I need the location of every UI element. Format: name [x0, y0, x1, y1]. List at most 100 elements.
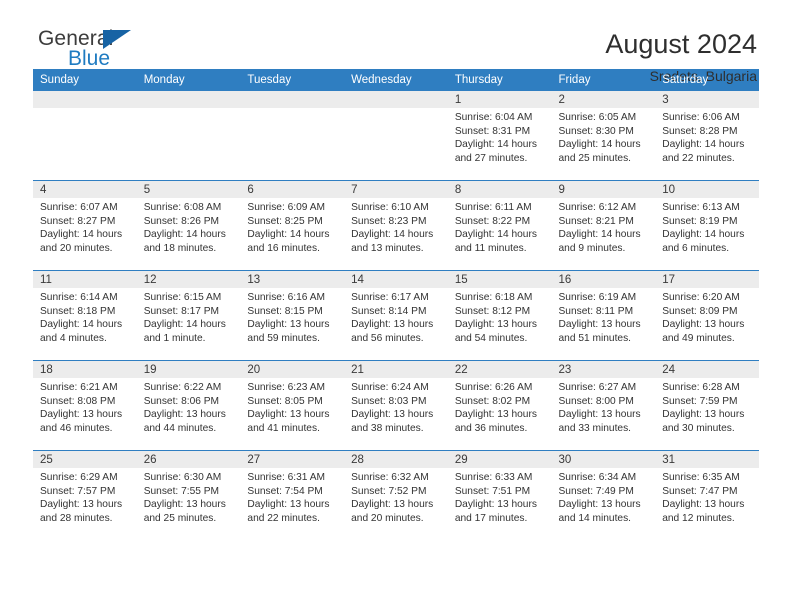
- calendar-body: 1 Sunrise: 6:04 AM Sunset: 8:31 PM Daylight…: [33, 91, 759, 540]
- calendar-cell-day-11[interactable]: 11 Sunrise: 6:14 AM Sunset: 8:18 PM Dayligh…: [33, 270, 137, 361]
- day-detail-line: Sunrise: 6:27 AM: [558, 382, 637, 393]
- day-detail-line: and 11 minutes.: [454, 242, 527, 254]
- day-detail-line: and 22 minutes.: [247, 512, 320, 524]
- day-number: 21: [344, 361, 448, 378]
- calendar-cell-day-27[interactable]: 27 Sunrise: 6:31 AM Sunset: 7:54 PM Dayligh…: [240, 450, 345, 540]
- calendar-cell-day-9[interactable]: 9 Sunrise: 6:12 AM Sunset: 8:21 PM Daylight…: [551, 180, 656, 271]
- day-number: 4: [33, 181, 137, 198]
- day-number: 6: [240, 181, 345, 198]
- day-details: Sunrise: 6:29 AM Sunset: 7:57 PM Daylight:…: [33, 468, 137, 525]
- day-detail-line: Sunset: 8:14 PM: [351, 305, 427, 317]
- day-detail-line: Sunrise: 6:29 AM: [40, 472, 118, 483]
- calendar-cell-day-1[interactable]: 1 Sunrise: 6:04 AM Sunset: 8:31 PM Daylight…: [447, 91, 552, 181]
- calendar-cell-day-29[interactable]: 29 Sunrise: 6:33 AM Sunset: 7:51 PM Dayligh…: [447, 450, 552, 540]
- calendar-cell-day-10[interactable]: 10 Sunrise: 6:13 AM Sunset: 8:19 PM Dayligh…: [655, 180, 759, 271]
- calendar-cell-day-18[interactable]: 18 Sunrise: 6:21 AM Sunset: 8:08 PM Dayligh…: [33, 360, 137, 451]
- day-details: Sunrise: 6:18 AM Sunset: 8:12 PM Daylight:…: [448, 288, 552, 345]
- day-detail-line: and 20 minutes.: [40, 242, 113, 254]
- calendar-cell-day-4[interactable]: 4 Sunrise: 6:07 AM Sunset: 8:27 PM Daylight…: [33, 180, 137, 271]
- calendar-cell-day-31[interactable]: 31 Sunrise: 6:35 AM Sunset: 7:47 PM Dayligh…: [655, 450, 759, 540]
- day-detail-line: and 56 minutes.: [351, 332, 424, 344]
- day-details: Sunrise: 6:27 AM Sunset: 8:00 PM Daylight:…: [552, 378, 656, 435]
- day-number: 2: [551, 91, 656, 108]
- day-detail-line: Sunrise: 6:14 AM: [40, 292, 118, 303]
- calendar-cell-day-30[interactable]: 30 Sunrise: 6:34 AM Sunset: 7:49 PM Dayligh…: [551, 450, 656, 540]
- calendar-cell-day-13[interactable]: 13 Sunrise: 6:16 AM Sunset: 8:15 PM Dayligh…: [240, 270, 345, 361]
- day-detail-line: Sunset: 8:22 PM: [454, 215, 531, 227]
- calendar-cell-day-16[interactable]: 16 Sunrise: 6:19 AM Sunset: 8:11 PM Dayligh…: [551, 270, 656, 361]
- day-details: Sunrise: 6:04 AM Sunset: 8:31 PM Daylight:…: [448, 108, 552, 165]
- day-detail-line: Sunset: 8:12 PM: [454, 305, 531, 317]
- day-detail-line: and 20 minutes.: [351, 512, 424, 524]
- calendar-cell-day-17[interactable]: 17 Sunrise: 6:20 AM Sunset: 8:09 PM Dayligh…: [655, 270, 759, 361]
- day-detail-line: Daylight: 14 hours: [662, 139, 745, 151]
- day-detail-line: and 36 minutes.: [454, 422, 528, 434]
- day-number: 29: [447, 451, 552, 468]
- calendar-cell-day-3[interactable]: 3 Sunrise: 6:06 AM Sunset: 8:28 PM Daylight…: [655, 91, 759, 181]
- day-detail-line: Sunset: 7:49 PM: [558, 485, 634, 497]
- calendar-cell-day-20[interactable]: 20 Sunrise: 6:23 AM Sunset: 8:05 PM Dayligh…: [240, 360, 345, 451]
- triangle-flag-icon: [103, 30, 131, 49]
- calendar-cell-day-22[interactable]: 22 Sunrise: 6:26 AM Sunset: 8:02 PM Dayligh…: [447, 360, 552, 451]
- day-number: 27: [240, 451, 345, 468]
- day-detail-line: Daylight: 14 hours: [558, 229, 641, 241]
- day-detail-line: Sunrise: 6:13 AM: [662, 202, 740, 213]
- day-details: Sunrise: 6:31 AM Sunset: 7:54 PM Daylight:…: [240, 468, 344, 525]
- day-detail-line: Daylight: 13 hours: [143, 409, 226, 421]
- day-details: Sunrise: 6:24 AM Sunset: 8:03 PM Daylight:…: [344, 378, 448, 435]
- day-number: 1: [447, 91, 552, 108]
- day-details: Sunrise: 6:09 AM Sunset: 8:25 PM Daylight:…: [240, 198, 344, 255]
- day-details: Sunrise: 6:21 AM Sunset: 8:08 PM Daylight:…: [33, 378, 137, 435]
- day-details: Sunrise: 6:11 AM Sunset: 8:22 PM Daylight:…: [448, 198, 552, 255]
- day-detail-line: Daylight: 14 hours: [558, 139, 641, 151]
- calendar-cell-day-7[interactable]: 7 Sunrise: 6:10 AM Sunset: 8:23 PM Daylight…: [344, 180, 448, 271]
- calendar-cell-day-15[interactable]: 15 Sunrise: 6:18 AM Sunset: 8:12 PM Dayligh…: [447, 270, 552, 361]
- calendar-cell-day-24[interactable]: 24 Sunrise: 6:28 AM Sunset: 7:59 PM Dayligh…: [655, 360, 759, 451]
- calendar-cell-day-5[interactable]: 5 Sunrise: 6:08 AM Sunset: 8:26 PM Daylight…: [136, 180, 241, 271]
- day-detail-line: Sunrise: 6:34 AM: [558, 472, 637, 483]
- day-detail-line: Daylight: 14 hours: [143, 319, 226, 331]
- calendar-cell-day-14[interactable]: 14 Sunrise: 6:17 AM Sunset: 8:14 PM Dayligh…: [344, 270, 448, 361]
- calendar-cell-day-25[interactable]: 25 Sunrise: 6:29 AM Sunset: 7:57 PM Dayligh…: [33, 450, 137, 540]
- day-detail-line: Sunset: 8:27 PM: [40, 215, 116, 227]
- day-details: [344, 108, 448, 111]
- day-details: Sunrise: 6:33 AM Sunset: 7:51 PM Daylight:…: [448, 468, 552, 525]
- day-detail-line: Sunrise: 6:19 AM: [558, 292, 637, 303]
- day-detail-line: Sunrise: 6:26 AM: [454, 382, 533, 393]
- day-detail-line: Sunset: 7:51 PM: [454, 485, 531, 497]
- day-detail-line: Daylight: 13 hours: [40, 409, 123, 421]
- day-detail-line: Sunset: 8:11 PM: [558, 305, 634, 317]
- day-detail-line: Sunset: 8:25 PM: [247, 215, 323, 227]
- calendar-cell-day-19[interactable]: 19 Sunrise: 6:22 AM Sunset: 8:06 PM Dayligh…: [136, 360, 241, 451]
- day-number: [136, 91, 241, 108]
- day-detail-line: and 1 minute.: [143, 332, 206, 344]
- day-detail-line: Daylight: 14 hours: [40, 229, 123, 241]
- day-detail-line: and 38 minutes.: [351, 422, 424, 434]
- calendar-cell-day-28[interactable]: 28 Sunrise: 6:32 AM Sunset: 7:52 PM Dayligh…: [344, 450, 448, 540]
- calendar-cell-day-8[interactable]: 8 Sunrise: 6:11 AM Sunset: 8:22 PM Daylight…: [447, 180, 552, 271]
- day-detail-line: Sunrise: 6:22 AM: [143, 382, 222, 393]
- brand-logo[interactable]: General Blue: [33, 28, 158, 76]
- day-detail-line: and 14 minutes.: [558, 512, 632, 524]
- day-detail-line: Sunrise: 6:10 AM: [351, 202, 429, 213]
- day-details: Sunrise: 6:23 AM Sunset: 8:05 PM Daylight:…: [240, 378, 344, 435]
- day-details: Sunrise: 6:10 AM Sunset: 8:23 PM Daylight:…: [344, 198, 448, 255]
- day-detail-line: Sunrise: 6:08 AM: [143, 202, 222, 213]
- calendar-cell-day-12[interactable]: 12 Sunrise: 6:15 AM Sunset: 8:17 PM Dayligh…: [136, 270, 241, 361]
- day-detail-line: and 27 minutes.: [454, 152, 528, 164]
- day-details: Sunrise: 6:05 AM Sunset: 8:30 PM Daylight:…: [552, 108, 656, 165]
- day-number: 20: [240, 361, 345, 378]
- day-detail-line: Sunset: 8:31 PM: [454, 125, 531, 137]
- day-detail-line: Sunset: 7:55 PM: [143, 485, 220, 497]
- calendar-cell-day-2[interactable]: 2 Sunrise: 6:05 AM Sunset: 8:30 PM Daylight…: [551, 91, 656, 181]
- day-number: 30: [551, 451, 656, 468]
- calendar-cell-day-26[interactable]: 26 Sunrise: 6:30 AM Sunset: 7:55 PM Dayligh…: [136, 450, 241, 540]
- day-number: 10: [655, 181, 759, 198]
- day-detail-line: Daylight: 13 hours: [558, 499, 641, 511]
- calendar-cell-day-23[interactable]: 23 Sunrise: 6:27 AM Sunset: 8:00 PM Dayligh…: [551, 360, 656, 451]
- day-detail-line: Sunrise: 6:33 AM: [454, 472, 533, 483]
- day-detail-line: Sunset: 7:54 PM: [247, 485, 323, 497]
- calendar-cell-day-6[interactable]: 6 Sunrise: 6:09 AM Sunset: 8:25 PM Daylight…: [240, 180, 345, 271]
- calendar-week-row: 25 Sunrise: 6:29 AM Sunset: 7:57 PM Dayligh…: [33, 450, 759, 540]
- calendar-cell-day-21[interactable]: 21 Sunrise: 6:24 AM Sunset: 8:03 PM Dayligh…: [344, 360, 448, 451]
